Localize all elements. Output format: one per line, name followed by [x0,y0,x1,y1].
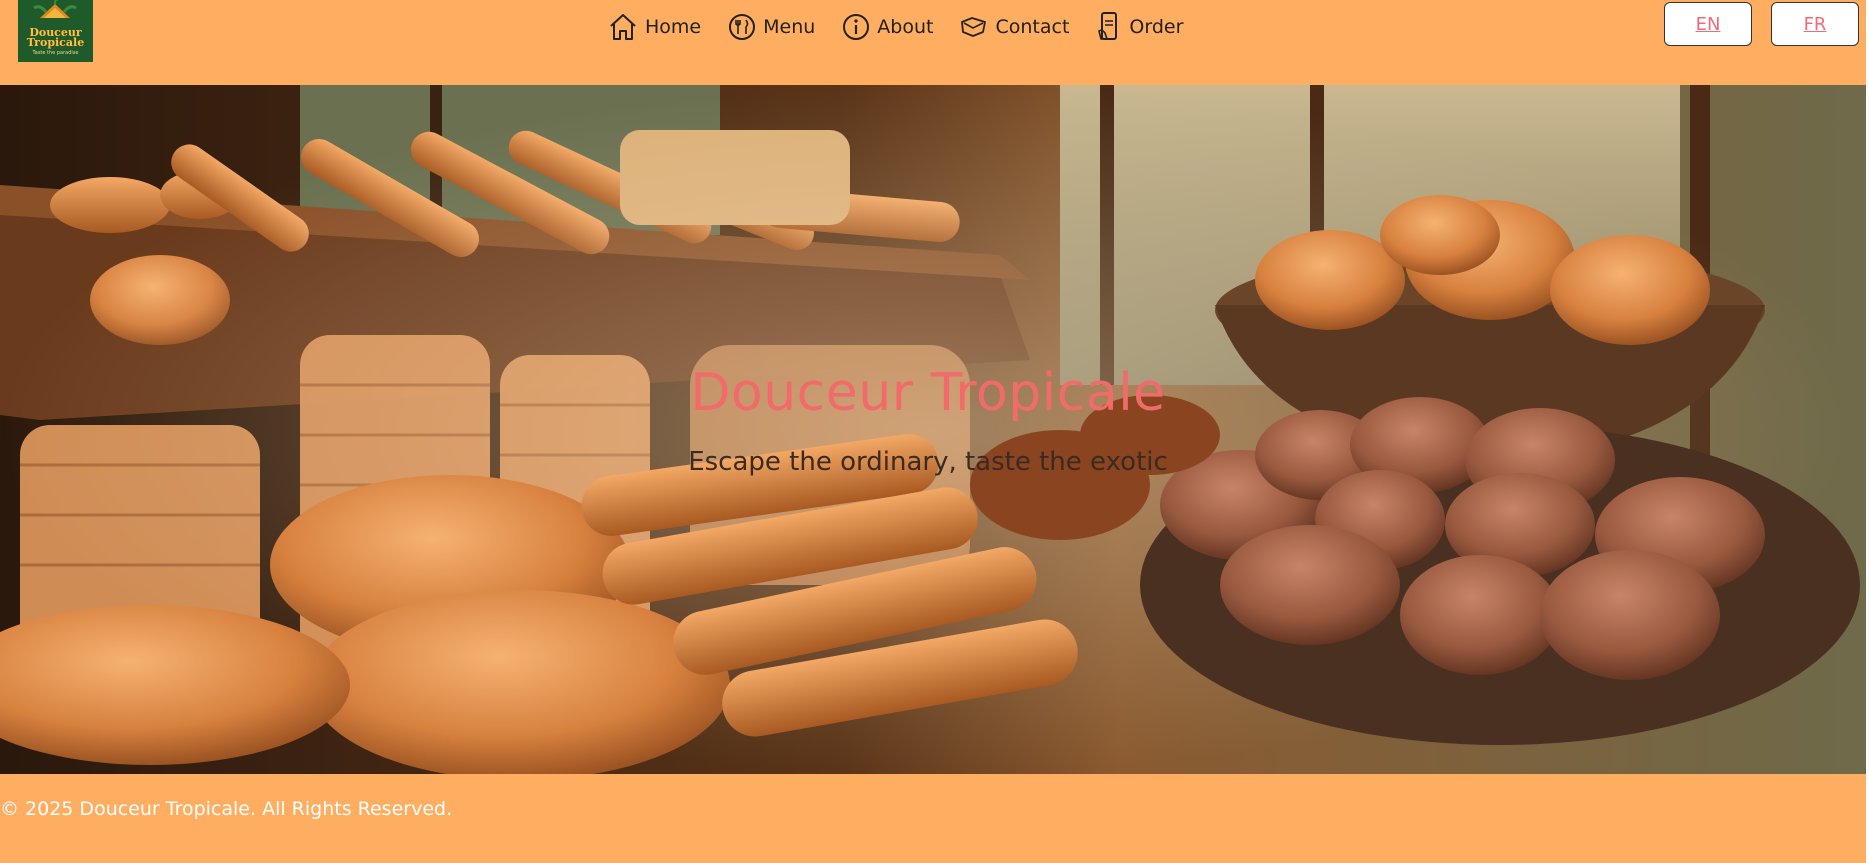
nav-order[interactable]: Order [1095,11,1183,43]
home-icon [610,14,636,40]
language-en-label: EN [1695,13,1721,35]
nav-order-label: Order [1129,16,1184,38]
logo-line-2: Tropicale [26,36,85,49]
info-icon [843,14,870,40]
bakery-background-image [0,85,1866,774]
page: Douceur Tropicale Taste the paradise Hom… [0,0,1869,863]
language-fr-label: FR [1803,13,1827,35]
nav-about-label: About [877,16,934,38]
language-fr-button[interactable]: FR [1771,2,1859,46]
nav-home[interactable]: Home [607,11,701,43]
navbar: Douceur Tropicale Taste the paradise Hom… [0,0,1866,85]
hero-title: Douceur Tropicale [690,363,1166,423]
hero-tagline: Escape the ordinary, taste the exotic [688,447,1168,477]
logo[interactable]: Douceur Tropicale Taste the paradise [18,0,93,62]
nav-menu-label: Menu [763,16,816,38]
nav-about[interactable]: About [841,12,933,42]
phone-hand-icon [961,17,987,37]
language-en-button[interactable]: EN [1664,2,1752,46]
mobile-order-icon [1098,12,1118,40]
plate-utensils-icon [729,14,756,40]
footer: © 2025 Douceur Tropicale. All Rights Res… [0,774,1866,863]
nav-contact-label: Contact [995,16,1070,38]
hero-banner: Douceur Tropicale Escape the ordinary, t… [0,85,1866,774]
nav-home-label: Home [645,16,702,38]
nav-menu[interactable]: Menu [727,12,815,42]
footer-copyright: © 2025 Douceur Tropicale. All Rights Res… [0,798,453,820]
main-nav: Home Menu About Contact Order [607,8,1209,46]
logo-subtitle: Taste the paradise [32,50,79,56]
nav-contact[interactable]: Contact [959,12,1069,42]
logo-wordmark: Douceur Tropicale [18,27,93,49]
